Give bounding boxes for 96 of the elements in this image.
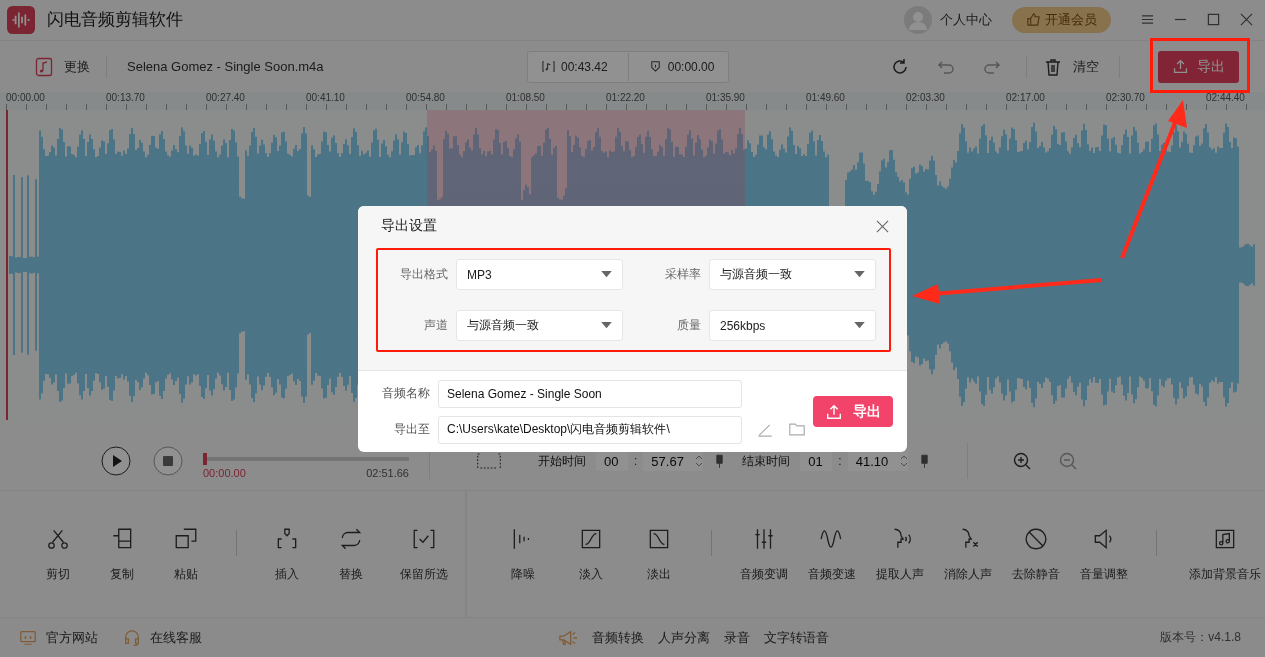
dropdown-field[interactable]: 与源音频一致: [456, 310, 623, 341]
replace-link[interactable]: 更换: [64, 57, 90, 76]
timeline-label: 01:49.60: [806, 92, 846, 106]
footer-link[interactable]: 录音: [724, 628, 750, 647]
position-text: 00:00.00: [667, 59, 715, 74]
caret-icon: [854, 322, 865, 329]
footer-link[interactable]: 文字转语音: [764, 628, 829, 647]
tool-button[interactable]: 去除静音: [1002, 525, 1070, 583]
waveform-logo-icon: [7, 5, 35, 34]
music-note-icon: [542, 60, 555, 74]
vip-button[interactable]: 开通会员: [1012, 6, 1111, 33]
tool-button[interactable]: 添加背景音乐: [1175, 525, 1265, 583]
timeline-label: 00:27.40: [206, 92, 246, 106]
tool-button[interactable]: 降噪: [489, 525, 557, 583]
close-icon[interactable]: [876, 219, 889, 233]
timeline-label: 01:35.90: [706, 92, 746, 106]
pin-icon[interactable]: [919, 453, 929, 469]
tool-button[interactable]: 剪切: [26, 525, 90, 583]
tool-button[interactable]: 保留所选: [383, 525, 465, 583]
setting-label: 采样率: [664, 266, 701, 283]
spinner-icon[interactable]: [899, 454, 908, 469]
thumbs-up-icon: [1026, 12, 1041, 28]
dashed-bracket-icon[interactable]: [476, 451, 502, 472]
colon-text: :: [838, 454, 842, 469]
file-name: Selena Gomez - Single Soon.m4a: [127, 59, 325, 75]
spinner-icon[interactable]: [695, 454, 704, 469]
footer-link[interactable]: 在线客服: [150, 628, 202, 647]
timeline-label: 02:44.40: [1206, 92, 1246, 106]
timeline-label: 00:54.80: [406, 92, 446, 106]
setting-label: 导出格式: [399, 266, 448, 283]
stop-button[interactable]: [153, 446, 183, 477]
upload-icon: [1172, 58, 1189, 76]
setting-label: 声道: [423, 317, 448, 334]
footer-link[interactable]: 官方网站: [46, 628, 98, 647]
dialog-title: 导出设置: [381, 217, 437, 235]
close-icon[interactable]: [1240, 13, 1253, 27]
current-time: 00:00.00: [203, 467, 246, 480]
timeline-label: 00:13.70: [106, 92, 146, 106]
field-label: 导出至: [393, 421, 430, 438]
timeline-label: 01:08.50: [506, 92, 546, 106]
timeline-label: 02:30.70: [1106, 92, 1146, 106]
colon-text: :: [634, 454, 638, 469]
upload-icon: [825, 402, 843, 421]
zoom-out-icon[interactable]: [1057, 451, 1078, 472]
tool-button[interactable]: 音量调整: [1070, 525, 1138, 583]
play-button[interactable]: [101, 446, 131, 477]
caret-icon: [601, 322, 612, 329]
path-input-field[interactable]: C:\Users\kate\Desktop\闪电音频剪辑软件\: [438, 415, 742, 444]
tool-button[interactable]: 淡出: [625, 525, 693, 583]
headset-icon[interactable]: [122, 628, 142, 647]
trash-icon[interactable]: [1043, 56, 1063, 77]
timeline-label: 02:17.00: [1006, 92, 1046, 106]
shield-icon: [648, 60, 662, 74]
dropdown-field[interactable]: MP3: [456, 259, 623, 290]
tool-button[interactable]: 粘贴: [154, 525, 218, 583]
tool-button[interactable]: 替换: [319, 525, 383, 583]
refresh-icon[interactable]: [890, 56, 910, 77]
footer-link[interactable]: 音频转换: [592, 628, 644, 647]
total-time: 02:51.66: [366, 467, 409, 480]
start-time-label: 开始时间: [538, 452, 586, 470]
megaphone-icon[interactable]: [558, 628, 578, 647]
tool-button[interactable]: 淡入: [557, 525, 625, 583]
tool-button[interactable]: 提取人声: [866, 525, 934, 583]
tool-button[interactable]: 插入: [255, 525, 319, 583]
caret-icon: [601, 271, 612, 278]
tool-button[interactable]: 消除人声: [934, 525, 1002, 583]
name-input-field[interactable]: Selena Gomez - Single Soon: [438, 379, 742, 408]
duration-text: 00:43.42: [561, 59, 608, 74]
timeline-label: 00:41.10: [306, 92, 346, 106]
dropdown-field[interactable]: 256kbps: [709, 310, 876, 341]
export-button[interactable]: 导出: [1158, 50, 1239, 83]
caret-icon: [854, 271, 865, 278]
app-title: 闪电音频剪辑软件: [47, 9, 183, 32]
tool-button[interactable]: 音频变调: [730, 525, 798, 583]
timeline-label: 00:00.00: [6, 92, 46, 106]
pin-icon[interactable]: [715, 453, 725, 469]
timeline-label: 01:22.20: [606, 92, 646, 106]
tool-button[interactable]: 复制: [90, 525, 154, 583]
footer-link[interactable]: 人声分离: [658, 628, 710, 647]
clear-link[interactable]: 清空: [1073, 57, 1099, 76]
progress-thumb[interactable]: [203, 453, 207, 466]
setting-label: 质量: [676, 317, 701, 334]
tool-button[interactable]: 音频变速: [798, 525, 866, 583]
user-center-link[interactable]: 个人中心: [940, 10, 992, 29]
folder-icon[interactable]: [788, 421, 806, 438]
version-text: 版本号：v4.1.8: [1160, 629, 1241, 647]
music-file-icon[interactable]: [34, 56, 54, 77]
monitor-icon[interactable]: [18, 628, 38, 647]
menu-icon[interactable]: [1141, 13, 1154, 27]
timeline-label: 02:03.30: [906, 92, 946, 106]
export-button[interactable]: 导出: [813, 396, 893, 427]
field-label: 音频名称: [381, 385, 430, 402]
zoom-in-icon[interactable]: [1011, 451, 1032, 472]
end-time-label: 结束时间: [742, 452, 791, 470]
dropdown-field[interactable]: 与源音频一致: [709, 259, 876, 290]
maximize-icon[interactable]: [1207, 13, 1220, 27]
